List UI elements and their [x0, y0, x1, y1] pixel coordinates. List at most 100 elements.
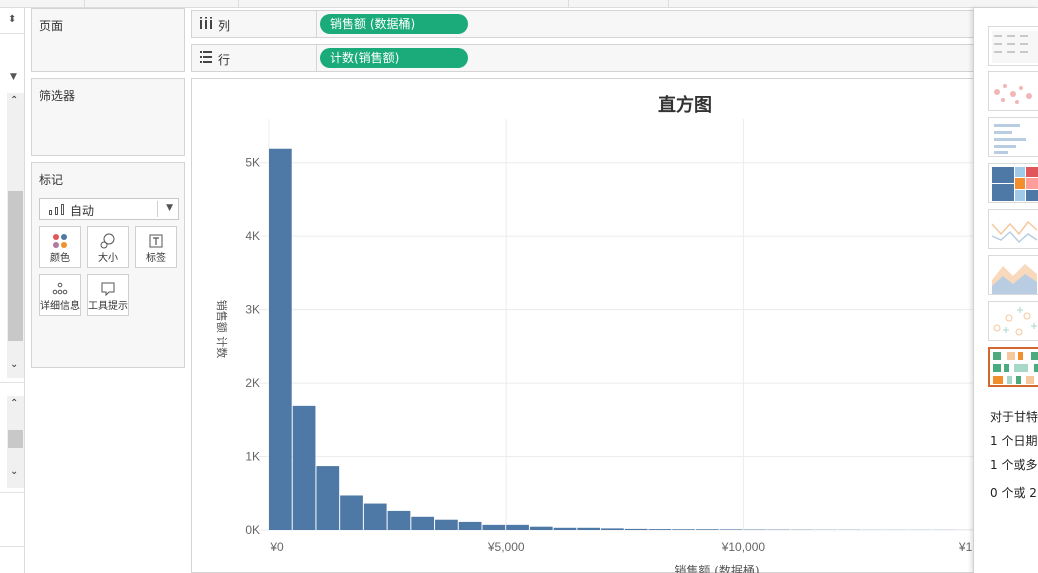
histogram-bar[interactable]	[458, 521, 482, 530]
histogram-bar[interactable]	[411, 516, 435, 530]
histogram-bar[interactable]	[482, 524, 506, 530]
show-me-hint-2: 1 个日期	[990, 434, 1038, 448]
divider	[0, 382, 25, 383]
rows-label: 行	[218, 53, 231, 67]
scroll-down-icon[interactable]: ⌄	[10, 466, 18, 477]
chart-type-scatter[interactable]	[988, 301, 1038, 341]
histogram-bar[interactable]	[553, 527, 577, 530]
mark-type-dropdown[interactable]: 自动 ▼	[39, 198, 179, 220]
columns-shelf[interactable]: 列 销售额 (数据桶)	[191, 10, 1038, 38]
tooltip-label: 工具提示	[88, 301, 128, 312]
histogram-bar[interactable]	[340, 495, 363, 530]
histogram-bar[interactable]	[648, 529, 672, 530]
show-me-panel: 对于甘特 1 个日期 1 个或多个 0 个或 2	[973, 8, 1038, 573]
top-strip-segment	[85, 0, 239, 8]
y-tick-label: 5K	[245, 156, 260, 170]
filters-card[interactable]: 筛选器	[31, 78, 185, 156]
size-button[interactable]: 大小	[87, 226, 129, 268]
rows-shelf[interactable]: 行 计数(销售额)	[191, 44, 1038, 72]
chart-type-horizontal-bars[interactable]	[988, 117, 1038, 157]
size-label: 大小	[98, 253, 118, 264]
top-strip-segment	[569, 0, 669, 8]
histogram-bar[interactable]	[435, 519, 458, 530]
chart-view[interactable]: 直方图 0K1K2K3K4K5K ¥0¥5,000¥10,000¥15,000¥…	[191, 78, 1038, 573]
label-label: 标签	[146, 253, 166, 264]
divider	[0, 492, 25, 493]
scroll-up-icon[interactable]: ⌃	[10, 95, 18, 106]
columns-label: 列	[218, 19, 231, 33]
marks-card: 标记 自动 ▼ 颜色 大小 标签 详细信息 工具提示	[31, 162, 185, 368]
histogram-bar[interactable]	[316, 466, 340, 530]
histogram-bar[interactable]	[387, 510, 411, 530]
label-button[interactable]: 标签	[135, 226, 177, 268]
y-axis-label: 销售额 计数	[215, 300, 229, 359]
columns-pill[interactable]: 销售额 (数据桶)	[320, 14, 468, 34]
chevron-down-icon: ▼	[166, 203, 173, 213]
histogram-bar[interactable]	[269, 148, 292, 530]
rows-pill[interactable]: 计数(销售额)	[320, 48, 468, 68]
y-tick-label: 3K	[245, 303, 260, 317]
scroll-up-icon[interactable]: ⌃	[10, 398, 18, 409]
data-pane: ⬍ ▼ ⌃ ⌄ ⌃ ⌄	[0, 8, 25, 573]
scrollbar[interactable]: ⌃ ⌄	[7, 396, 24, 488]
filters-title: 筛选器	[39, 89, 76, 103]
chart-type-treemap[interactable]	[988, 163, 1038, 203]
histogram-bar[interactable]	[695, 529, 719, 530]
top-strip-segment	[0, 0, 85, 8]
histogram-bar[interactable]	[577, 527, 601, 530]
divider	[0, 546, 25, 547]
pages-card[interactable]: 页面	[31, 8, 185, 72]
histogram-chart: 直方图 0K1K2K3K4K5K ¥0¥5,000¥10,000¥15,000¥…	[215, 94, 1038, 573]
x-tick-label: ¥10,000	[721, 540, 766, 554]
pages-title: 页面	[39, 19, 64, 33]
x-tick-label: ¥5,000	[487, 540, 525, 554]
divider	[0, 33, 25, 34]
scrollbar-thumb[interactable]	[8, 191, 23, 341]
marks-title: 标记	[39, 173, 64, 187]
histogram-bar[interactable]	[672, 529, 695, 530]
mark-type-label: 自动	[70, 204, 95, 218]
bar-chart-icon	[49, 204, 65, 215]
histogram-bar[interactable]	[601, 528, 624, 530]
histogram-bar[interactable]	[506, 524, 529, 530]
size-circles-icon	[88, 232, 128, 250]
histogram-bar[interactable]	[624, 528, 648, 530]
dropdown-caret-icon[interactable]: ▼	[10, 72, 17, 82]
sort-updown-icon[interactable]: ⬍	[8, 14, 16, 25]
label-text-icon	[136, 232, 176, 250]
chart-type-symbol-map[interactable]	[988, 71, 1038, 111]
histogram-bar[interactable]	[363, 503, 387, 530]
color-label: 颜色	[50, 253, 70, 264]
x-axis-label: 销售额 (数据桶)	[674, 563, 759, 573]
chart-type-text-table[interactable]	[988, 26, 1038, 66]
show-me-hint-4: 0 个或 2	[990, 486, 1037, 500]
y-tick-label: 2K	[245, 376, 260, 390]
x-tick-label: ¥0	[269, 540, 284, 554]
color-dots-icon	[40, 232, 80, 250]
columns-icon	[200, 17, 212, 32]
top-toolbar-strip	[0, 0, 1038, 8]
top-strip-segment	[239, 0, 569, 8]
scrollbar-thumb[interactable]	[8, 430, 23, 448]
show-me-hint-1: 对于甘特	[990, 410, 1038, 424]
detail-dots-icon	[40, 280, 80, 298]
detail-label: 详细信息	[40, 301, 80, 312]
tooltip-bubble-icon	[88, 280, 128, 298]
histogram-bar[interactable]	[292, 405, 316, 530]
histogram-bar[interactable]	[529, 526, 553, 530]
tooltip-button[interactable]: 工具提示	[87, 274, 129, 316]
chart-title: 直方图	[658, 94, 712, 116]
chart-type-lines[interactable]	[988, 209, 1038, 249]
histogram-bar[interactable]	[719, 529, 743, 530]
chart-type-gantt-selected[interactable]	[988, 347, 1038, 387]
chart-type-area[interactable]	[988, 255, 1038, 295]
scroll-down-icon[interactable]: ⌄	[10, 359, 18, 370]
detail-button[interactable]: 详细信息	[39, 274, 81, 316]
y-tick-label: 0K	[245, 523, 260, 537]
scrollbar[interactable]: ⌃ ⌄	[7, 93, 24, 378]
color-button[interactable]: 颜色	[39, 226, 81, 268]
rows-icon	[200, 51, 212, 66]
y-tick-label: 4K	[245, 229, 260, 243]
y-tick-label: 1K	[245, 450, 260, 464]
show-me-hint-3: 1 个或多个	[990, 458, 1038, 472]
